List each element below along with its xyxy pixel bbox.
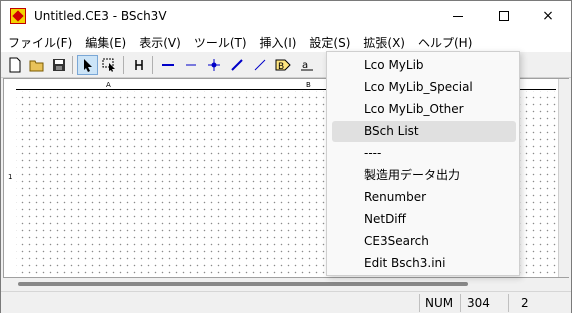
entry-line-icon xyxy=(230,59,243,71)
junction-tool-button[interactable] xyxy=(128,55,149,75)
app-window: Untitled.CE3 - BSch3V × ファイル(F) 編集(E) 表示… xyxy=(0,0,572,313)
menu-extensions[interactable]: 拡張(X) xyxy=(356,31,411,52)
horizontal-scrollbar[interactable] xyxy=(3,278,569,291)
dd-item-bsch-list[interactable]: BSch List xyxy=(332,121,516,142)
junction-dot-icon xyxy=(207,59,220,71)
entry-thin-button[interactable] xyxy=(249,55,270,75)
menu-edit[interactable]: 編集(E) xyxy=(78,31,132,52)
minimize-icon xyxy=(453,15,463,17)
bsch-app-icon[interactable] xyxy=(10,8,26,24)
entry-line-thin-icon xyxy=(254,59,265,71)
svg-text:a: a xyxy=(302,60,308,71)
dd-item-renumber[interactable]: Renumber xyxy=(332,187,516,208)
ruler-label-1: 1 xyxy=(8,173,13,181)
select-arrow-icon xyxy=(83,59,92,72)
ruler-label-a: A xyxy=(106,81,111,89)
save-button[interactable] xyxy=(48,55,69,75)
menu-tools[interactable]: ツール(T) xyxy=(187,31,253,52)
drag-select-button[interactable] xyxy=(99,55,120,75)
open-button[interactable] xyxy=(26,55,47,75)
menu-view[interactable]: 表示(V) xyxy=(132,31,187,52)
toolbar-separator xyxy=(72,56,73,74)
status-num: NUM xyxy=(425,296,454,310)
open-folder-icon xyxy=(29,60,43,72)
drag-select-icon xyxy=(102,58,115,72)
menu-insert[interactable]: 挿入(I) xyxy=(253,31,303,52)
save-icon xyxy=(52,59,65,71)
status-divider xyxy=(419,294,420,312)
svg-text:B: B xyxy=(278,62,284,72)
dd-item-lco-mylib-special[interactable]: Lco MyLib_Special xyxy=(332,77,516,98)
vertical-scrollbar[interactable] xyxy=(558,79,570,277)
wire-icon xyxy=(161,64,174,66)
dd-item-ce3search[interactable]: CE3Search xyxy=(332,231,516,252)
wire-tool-button[interactable] xyxy=(157,55,178,75)
extensions-dropdown-menu: Lco MyLib Lco MyLib_Special Lco MyLib_Ot… xyxy=(326,51,520,276)
close-button[interactable]: × xyxy=(525,1,571,31)
new-file-icon xyxy=(9,57,20,73)
label-icon: a xyxy=(300,60,313,71)
minimize-button[interactable] xyxy=(435,1,481,31)
horizontal-scroll-thumb[interactable] xyxy=(18,282,468,286)
tag-icon: B xyxy=(275,59,291,72)
ruler-left: 1 xyxy=(6,89,15,279)
select-tool-button[interactable] xyxy=(77,55,98,75)
toolbar-separator xyxy=(152,56,153,74)
dd-item-lco-mylib[interactable]: Lco MyLib xyxy=(332,55,516,76)
menu-bar: ファイル(F) 編集(E) 表示(V) ツール(T) 挿入(I) 設定(S) 拡… xyxy=(1,31,571,52)
status-bar: NUM 304 2 xyxy=(1,291,571,313)
close-icon: × xyxy=(542,8,554,24)
dd-item-separator: ---- xyxy=(364,146,382,160)
title-bar[interactable]: Untitled.CE3 - BSch3V × xyxy=(1,1,571,31)
tag-button[interactable]: B xyxy=(272,55,293,75)
label-button[interactable]: a xyxy=(296,55,317,75)
status-divider xyxy=(508,294,509,312)
junction-dot-button[interactable] xyxy=(203,55,224,75)
junction-tool-icon xyxy=(134,60,143,70)
dd-item-lco-mylib-other[interactable]: Lco MyLib_Other xyxy=(332,99,516,120)
status-y: 2 xyxy=(521,296,529,310)
status-x: 304 xyxy=(467,296,490,310)
dd-item-edit-bsch3-ini[interactable]: Edit Bsch3.ini xyxy=(332,253,516,274)
maximize-icon xyxy=(499,11,509,21)
menu-settings[interactable]: 設定(S) xyxy=(302,31,356,52)
menu-file[interactable]: ファイル(F) xyxy=(1,31,78,52)
bus-tool-button[interactable] xyxy=(180,55,201,75)
window-title: Untitled.CE3 - BSch3V xyxy=(34,9,167,23)
dd-item-netdiff[interactable]: NetDiff xyxy=(332,209,516,230)
status-divider xyxy=(460,294,461,312)
bus-icon xyxy=(185,64,196,66)
maximize-button[interactable] xyxy=(481,1,527,31)
ruler-label-b: B xyxy=(306,81,311,89)
new-file-button[interactable] xyxy=(4,55,25,75)
menu-help[interactable]: ヘルプ(H) xyxy=(411,31,478,52)
dd-item-manufacturing-export[interactable]: 製造用データ出力 xyxy=(332,165,516,186)
entry-button[interactable] xyxy=(226,55,247,75)
toolbar-separator xyxy=(123,56,124,74)
